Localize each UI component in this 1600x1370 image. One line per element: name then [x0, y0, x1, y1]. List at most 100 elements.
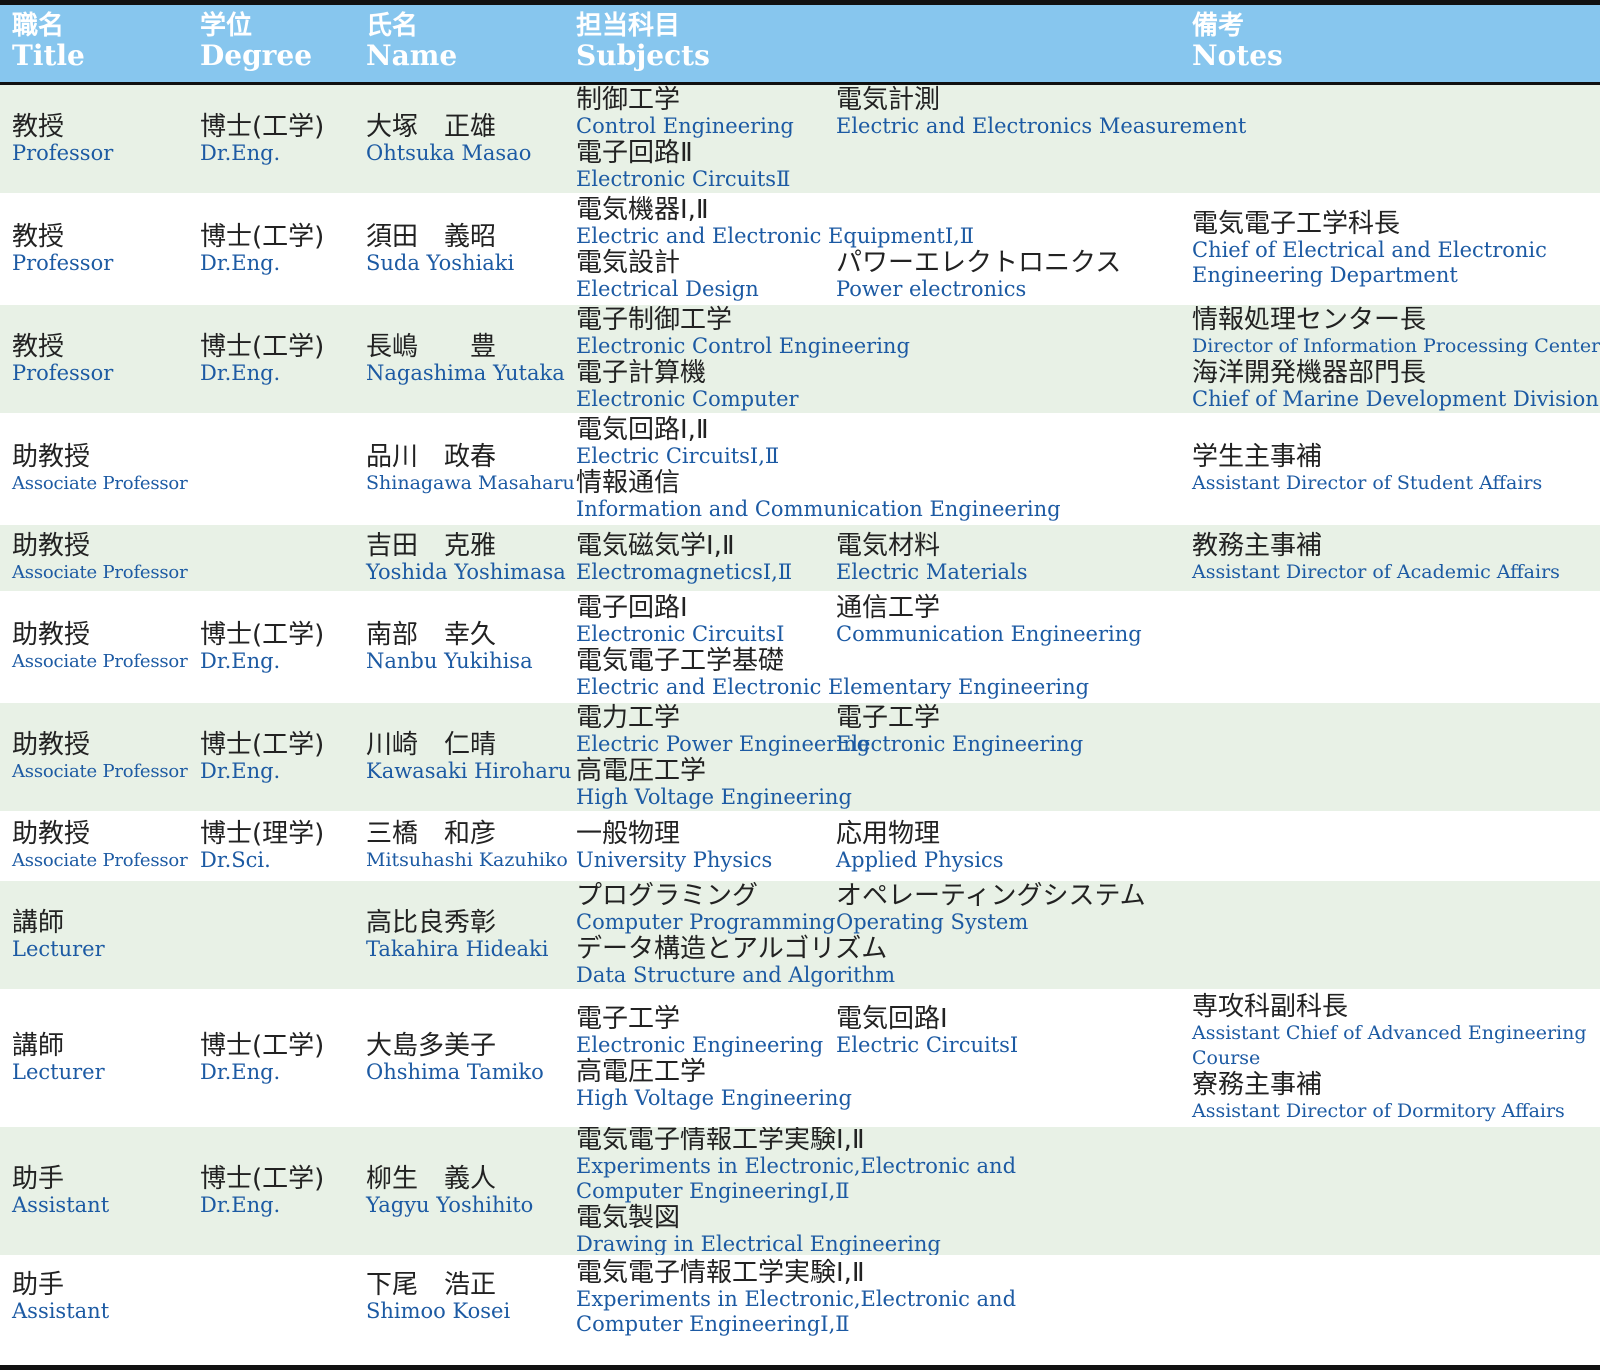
note-ja: 寮務主事補 [1192, 1069, 1323, 1100]
table-row: 講師 Lecturer 博士(工学) Dr.Eng. 大島多美子 Ohshima Tami… [0, 991, 1600, 1127]
note-en: Chief of Marine Development Division [1192, 387, 1599, 411]
degree-cell: 博士(工学) Dr.Eng. [190, 195, 356, 303]
subject-line: 電子回路Ⅰ Electronic CircuitsⅠ 通信工学 Communicati… [576, 594, 1182, 647]
subject-en: Control Engineering [576, 114, 794, 138]
subject-item: 電気回路Ⅰ Electric CircuitsⅠ [836, 1005, 1096, 1058]
note-ja: 海洋開発機器部門長 [1192, 358, 1427, 388]
notes-cell [1182, 881, 1600, 989]
title-ja: 助教授 [12, 729, 91, 760]
subject-line: 電気機器Ⅰ,Ⅱ Electric and Electronic Equipment… [576, 196, 1182, 249]
table-row: 助手 Assistant 博士(工学) Dr.Eng. 柳生 義人 Yagyu Yoshi… [0, 1127, 1600, 1257]
subject-en: University Physics [576, 847, 773, 872]
title-ja: 教授 [12, 221, 65, 252]
subject-ja: 高電圧工学 [576, 1057, 707, 1087]
name-en: Suda Yoshiaki [366, 250, 515, 275]
degree-en: Dr.Eng. [200, 758, 281, 783]
degree-en: Dr.Eng. [200, 360, 281, 385]
faculty-table: 職名 Title 学位 Degree 氏名 Name 担当科目 Subjects… [0, 0, 1600, 1370]
name-en: Takahira Hideaki [366, 936, 549, 961]
subject-en: Communication Engineering [836, 622, 1142, 646]
subject-item: オペレーティングシステム Operating System [836, 881, 1146, 935]
title-cell: 助教授 Associate Professor [0, 415, 190, 523]
subject-item: 通信工学 Communication Engineering [836, 594, 1142, 647]
subject-en: Electric Power Engineering [576, 732, 871, 756]
degree-cell: 博士(理学) Dr.Sci. [190, 813, 356, 879]
note-en: Assistant Director of Dormitory Affairs [1192, 1099, 1565, 1122]
subject-item: 電子回路Ⅱ Electronic CircuitsⅡ [576, 139, 790, 192]
subject-ja: 電気回路Ⅰ,Ⅱ [576, 415, 709, 445]
subject-item: 電気回路Ⅰ,Ⅱ Electric CircuitsⅠ,Ⅱ [576, 416, 779, 469]
notes-cell [1182, 1127, 1600, 1255]
subject-line: 制御工学 Control Engineering 電気計測 Electric and … [576, 86, 1246, 139]
degree-cell: 博士(工学) Dr.Eng. [190, 1127, 356, 1255]
subject-en: High Voltage Engineering [576, 785, 852, 809]
subjects-cell: 電気回路Ⅰ,Ⅱ Electric CircuitsⅠ,Ⅱ 情報通信 Informati… [566, 415, 1182, 523]
name-ja: 長嶋 豊 [366, 331, 497, 362]
title-ja: 講師 [12, 1030, 65, 1061]
title-en: Associate Professor [12, 760, 188, 782]
name-cell: 品川 政春 Shinagawa Masaharu [356, 415, 575, 523]
degree-cell: 博士(工学) Dr.Eng. [190, 593, 356, 701]
subject-item: 一般物理 University Physics [576, 820, 836, 873]
header-degree: 学位 Degree [200, 11, 313, 72]
note-en: Assistant Director of Student Affairs [1192, 471, 1543, 494]
note-ja: 教務主事補 [1192, 530, 1323, 561]
subject-ja: 電気製図 [576, 1202, 681, 1233]
subject-ja: パワーエレクトロニクス [836, 248, 1122, 278]
subject-ja: 電子工学 [836, 703, 941, 733]
name-ja: 下尾 浩正 [366, 1270, 497, 1300]
subject-line: プログラミング Computer Programming オペレーティングシステム O… [576, 882, 1182, 935]
subject-en: Electronic Engineering [836, 732, 1084, 756]
subject-ja: 情報通信 [576, 468, 681, 498]
subject-en: Drawing in Electrical Engineering [576, 1231, 941, 1256]
subjects-cell: 一般物理 University Physics 応用物理 Applied Physic… [566, 813, 1182, 879]
subject-item: パワーエレクトロニクス Power electronics [836, 248, 1122, 302]
note-ja: 学生主事補 [1192, 441, 1323, 472]
degree-ja: 博士(工学) [200, 1163, 325, 1194]
name-cell: 高比良秀彰 Takahira Hideaki [356, 881, 566, 989]
subjects-cell: 電子回路Ⅰ Electronic CircuitsⅠ 通信工学 Communicati… [566, 593, 1182, 701]
table-row: 教授 Professor 博士(工学) Dr.Eng. 須田 義昭 Suda Yoshia… [0, 195, 1600, 305]
subject-item: 電子工学 Electronic Engineering [576, 1005, 836, 1058]
note-en: Director of Information Processing Cente… [1192, 335, 1600, 357]
title-cell: 教授 Professor [0, 85, 190, 193]
name-en: Shimoo Kosei [366, 1299, 511, 1323]
table-row: 教授 Professor 博士(工学) Dr.Eng. 長嶋 豊 Nagashima Yu… [0, 305, 1600, 415]
degree-ja: 博士(工学) [200, 729, 325, 760]
name-en: Yagyu Yoshihito [366, 1192, 534, 1217]
subject-en: Experiments in Electronic,Electronic and [576, 1286, 1017, 1311]
subject-en-cont: Computer EngineeringⅠ,Ⅱ [576, 1178, 850, 1203]
subject-line: 一般物理 University Physics 応用物理 Applied Physic… [576, 820, 1182, 873]
subject-ja: 電子工学 [576, 1004, 681, 1034]
subject-item: 制御工学 Control Engineering [576, 86, 836, 139]
degree-ja: 博士(工学) [200, 1030, 325, 1061]
subject-line: 電力工学 Electric Power Engineering 電子工学 Electr… [576, 704, 1182, 757]
title-cell: 講師 Lecturer [0, 991, 190, 1125]
subject-ja: 電気機器Ⅰ,Ⅱ [576, 195, 709, 225]
subject-en: Electric CircuitsⅠ [836, 1033, 1019, 1057]
title-ja: 助教授 [12, 818, 91, 849]
subject-item: 電子計算機 Electronic Computer [576, 359, 799, 412]
title-en: Associate Professor [12, 650, 188, 672]
subject-item: 電力工学 Electric Power Engineering [576, 704, 871, 757]
degree-en: Dr.Eng. [200, 250, 281, 275]
subjects-cell: 電力工学 Electric Power Engineering 電子工学 Electr… [566, 703, 1182, 811]
subject-item: 高電圧工学 High Voltage Engineering [576, 1058, 852, 1111]
table-row: 講師 Lecturer 高比良秀彰 Takahira Hideaki プログラミング Co… [0, 881, 1600, 991]
subject-en: Operating System [836, 910, 1029, 934]
subject-en: High Voltage Engineering [576, 1086, 852, 1110]
degree-en: Dr.Eng. [200, 140, 281, 165]
subjects-cell: 電気電子情報工学実験Ⅰ,Ⅱ Experiments in Electronic,E… [566, 1257, 1182, 1338]
subject-item: 応用物理 Applied Physics [836, 820, 1096, 873]
title-cell: 教授 Professor [0, 305, 190, 413]
subject-item: プログラミング Computer Programming [576, 882, 836, 935]
subject-ja: オペレーティングシステム [836, 881, 1146, 911]
title-ja: 助教授 [12, 619, 91, 650]
title-en: Assistant [12, 1299, 110, 1323]
header-subjects: 担当科目 Subjects [576, 11, 710, 72]
subject-en: Experiments in Electronic,Electronic and [576, 1153, 1017, 1178]
table-row: 助教授 Associate Professor 博士(工学) Dr.Eng. 川崎 仁晴… [0, 703, 1600, 813]
table-row: 助教授 Associate Professor 博士(工学) Dr.Eng. 南部 幸久… [0, 593, 1600, 703]
name-en: Mitsuhashi Kazuhiko [366, 848, 568, 871]
subject-en-cont: Computer EngineeringⅠ,Ⅱ [576, 1311, 850, 1336]
